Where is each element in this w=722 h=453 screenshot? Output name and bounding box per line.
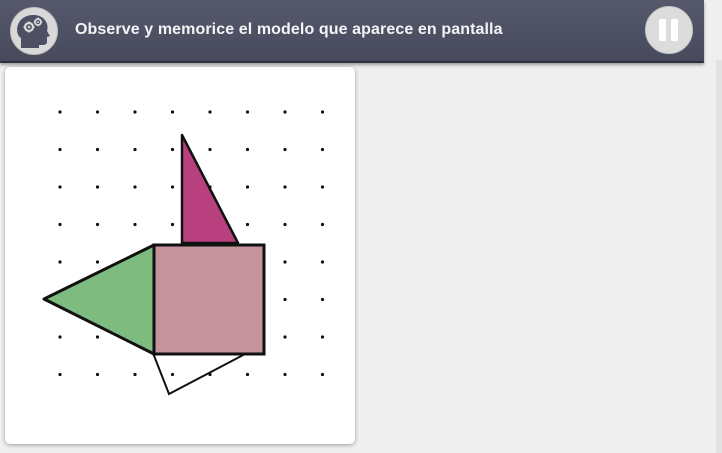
grid-dot	[95, 110, 100, 114]
model-board	[42, 110, 325, 396]
grid-dot	[283, 335, 287, 339]
grid-dot	[58, 260, 62, 264]
grid-dot	[245, 222, 250, 227]
right-edge	[716, 60, 722, 453]
grid-dot	[170, 185, 175, 189]
grid-dot	[95, 147, 100, 152]
grid-dot	[133, 147, 137, 152]
head-gears-icon	[10, 7, 58, 55]
magenta-triangle	[180, 133, 240, 245]
grid-dot	[95, 372, 100, 377]
grid-dot	[283, 185, 287, 189]
grid-dot	[58, 185, 62, 189]
grid-dot	[208, 110, 212, 114]
grid-dot	[170, 147, 175, 152]
grid-dot	[320, 372, 325, 377]
grid-dot	[283, 147, 287, 152]
grid-dot	[283, 297, 287, 302]
instruction-title: Observe y memorice el modelo que aparece…	[75, 21, 503, 38]
grid-dot	[58, 110, 62, 114]
grid-dot	[320, 222, 325, 227]
grid-dot	[133, 222, 137, 227]
grid-dot	[170, 222, 175, 227]
game-screen: Observe y memorice el modelo que aparece…	[0, 0, 722, 453]
grid-dot	[58, 372, 62, 377]
grid-dot	[283, 372, 287, 377]
pause-icon-bar	[671, 19, 678, 41]
grid-dot	[320, 297, 325, 302]
grid-dot	[320, 147, 325, 152]
grid-dot	[170, 372, 175, 377]
outline-triangle	[151, 352, 248, 396]
grid-dot	[283, 260, 287, 264]
grid-dot	[58, 335, 62, 339]
grid-dot	[95, 335, 100, 339]
grid-dot	[133, 372, 137, 377]
grid-dot	[320, 185, 325, 189]
header-bar: Observe y memorice el modelo que aparece…	[0, 0, 704, 63]
grid-dot	[245, 147, 250, 152]
grid-dot	[208, 147, 212, 152]
grid-dot	[320, 260, 325, 264]
grid-dot	[95, 260, 100, 264]
grid-dot	[320, 335, 325, 339]
grid-dot	[283, 110, 287, 114]
grid-dot	[58, 222, 62, 227]
pause-icon	[659, 19, 666, 41]
grid-dot	[133, 110, 137, 114]
grid-dot	[283, 222, 287, 227]
pink-square	[152, 243, 266, 356]
pause-button[interactable]	[645, 6, 693, 54]
grid-dot	[320, 110, 325, 114]
grid-dot	[95, 222, 100, 227]
grid-dot	[245, 110, 250, 114]
grid-dot	[245, 372, 250, 377]
grid-dot	[95, 185, 100, 189]
grid-dot	[133, 185, 137, 189]
grid-dot	[58, 147, 62, 152]
model-card	[5, 67, 355, 444]
grid-dot	[170, 110, 175, 114]
grid-dot	[245, 185, 250, 189]
